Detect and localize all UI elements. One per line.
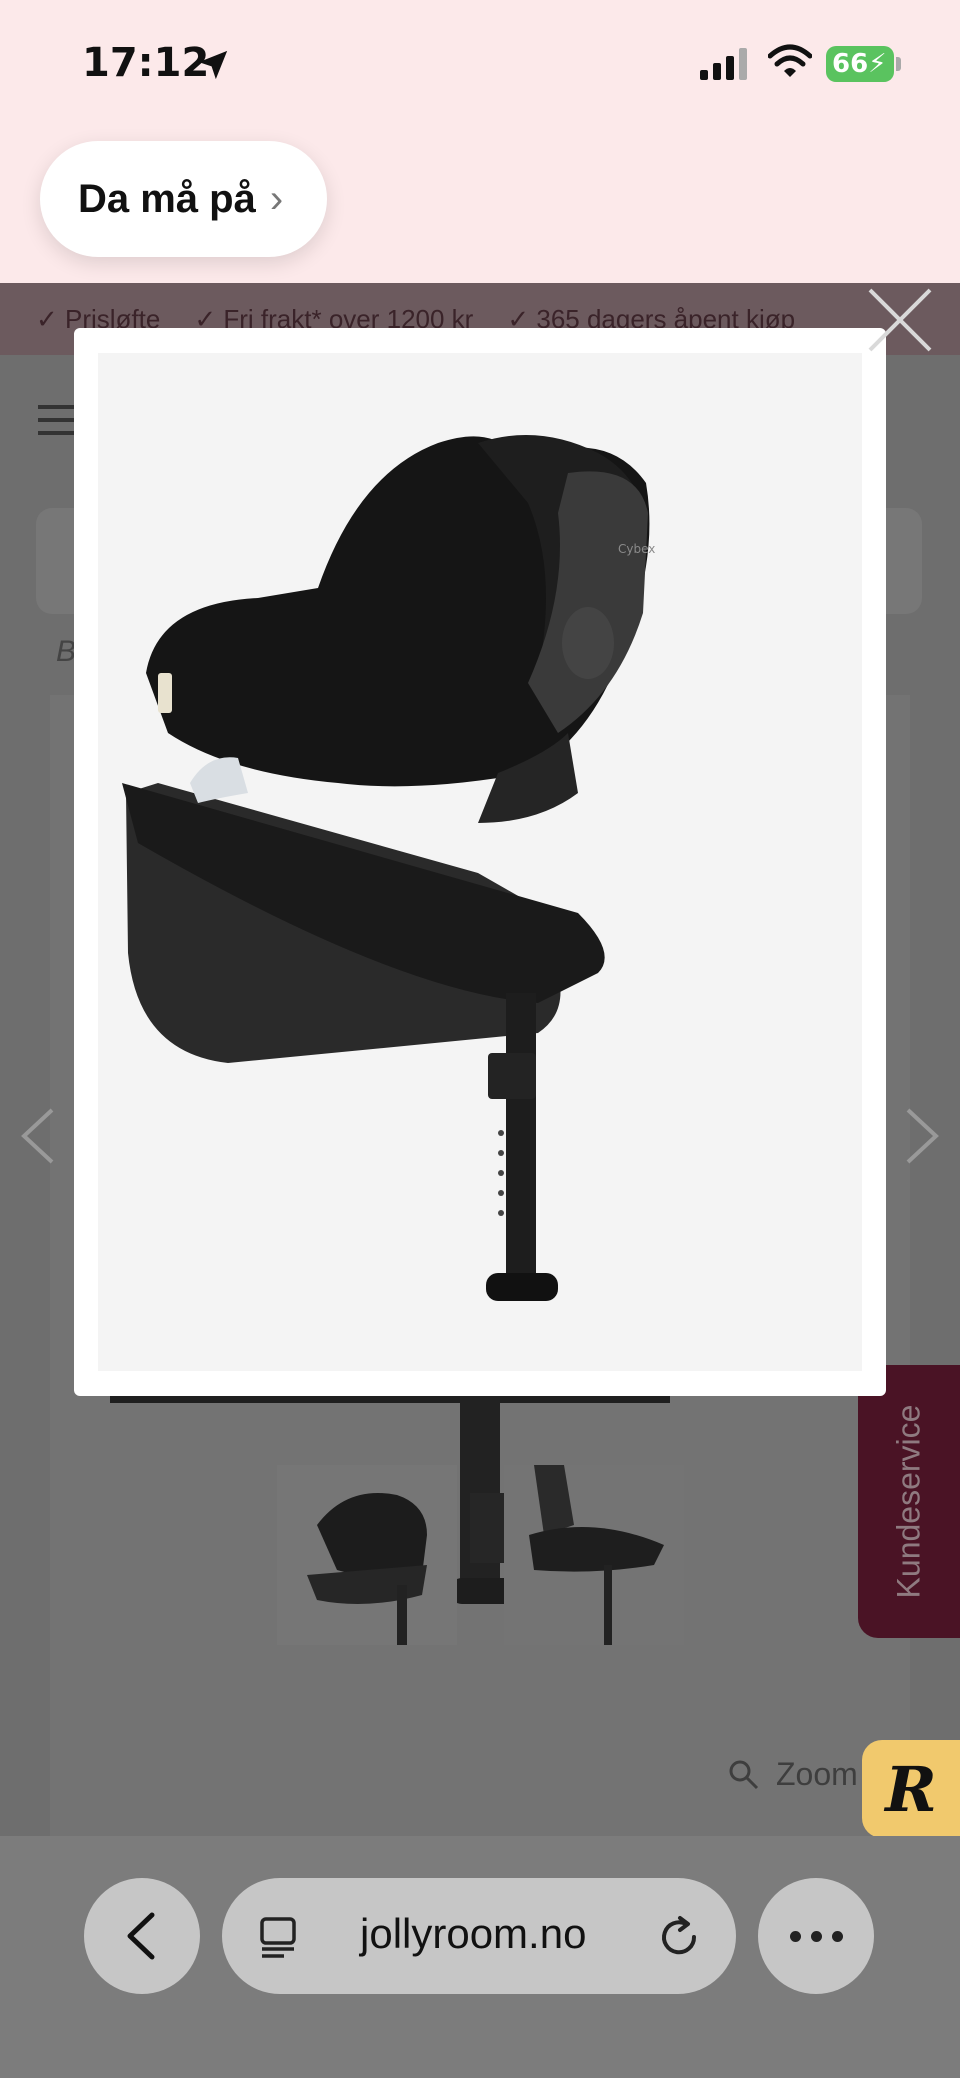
product-image-large: Cybex [98,353,862,1371]
thumbnail-1[interactable] [277,1465,457,1645]
breadcrumb[interactable]: B [56,635,76,669]
customer-service-tab[interactable]: Kundeservice [858,1365,960,1638]
dot-icon [831,1930,843,1942]
zoom-label: Zoom [776,1756,858,1792]
battery-indicator: 66⚡ [826,46,894,82]
svg-text:Cybex: Cybex [618,542,655,556]
battery-tip [896,57,901,71]
thumbnail-2[interactable] [504,1465,684,1645]
location-arrow-icon [198,50,228,80]
address-bar[interactable]: jollyroom.no [222,1878,736,1994]
magnifier-icon [729,1760,759,1789]
reload-icon[interactable] [656,1914,702,1960]
back-to-app-button[interactable]: Da må på › [40,141,327,257]
reader-mode-icon[interactable] [258,1916,300,1958]
wifi-icon [768,44,812,77]
r-badge-button[interactable]: R [862,1740,960,1838]
status-area: 17:12 66⚡ Da må på › [0,0,960,283]
more-options-button[interactable] [758,1878,874,1994]
dot-icon [810,1930,822,1942]
chevron-left-icon [127,1912,155,1960]
previous-image-icon[interactable] [18,1106,58,1166]
car-seat-illustration: Cybex [98,353,862,1371]
back-to-app-label: Da må på [78,176,256,221]
browser-toolbar: jollyroom.no [0,1836,960,2078]
zoom-button[interactable]: Zoom [728,1756,858,1793]
cellular-signal-icon [700,48,747,80]
image-lightbox: Cybex [74,328,886,1396]
r-badge-label: R [885,1752,937,1826]
next-image-icon[interactable] [902,1106,942,1166]
dot-icon [789,1930,801,1942]
chevron-right-icon: › [269,176,284,221]
battery-level: 66 [832,49,869,79]
browser-back-button[interactable] [84,1878,200,1994]
url-text: jollyroom.no [360,1910,587,1957]
customer-service-label: Kundeservice [890,1404,927,1599]
menu-icon[interactable] [38,405,78,435]
status-time: 17:12 [82,40,210,86]
close-icon[interactable] [866,286,934,354]
